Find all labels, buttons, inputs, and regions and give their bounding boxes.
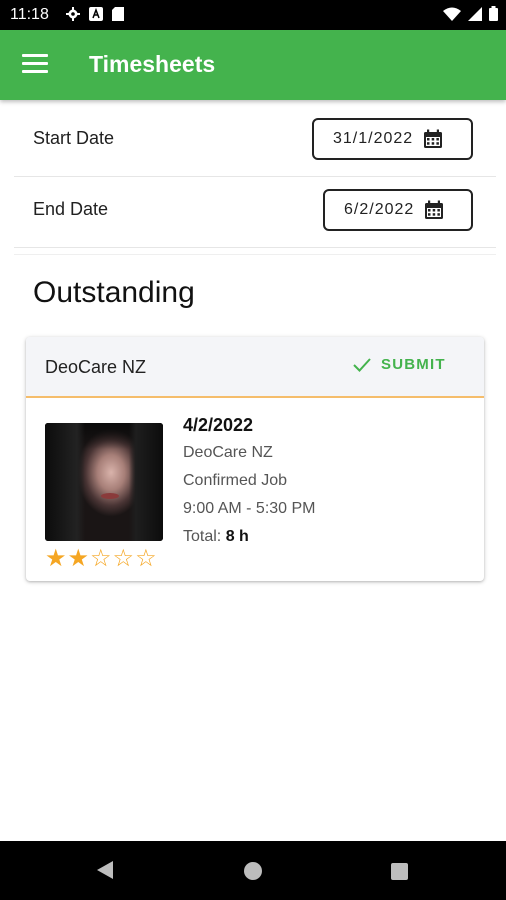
page-title: Timesheets	[89, 51, 216, 77]
status-icons-right	[443, 6, 498, 21]
submit-label: SUBMIT	[381, 356, 446, 373]
start-date-label: Start Date	[33, 128, 115, 148]
star-outline-icon: ☆	[112, 545, 135, 572]
star-filled-icon: ★	[67, 545, 90, 572]
end-date-value: 6/2/2022	[344, 201, 415, 218]
gear-icon	[66, 7, 80, 21]
status-icons-left	[66, 7, 124, 21]
check-icon	[353, 357, 371, 372]
job-client: DeoCare NZ	[183, 444, 273, 461]
signal-icon	[468, 6, 482, 21]
a-badge-icon	[89, 7, 103, 21]
app-bar: Timesheets	[0, 30, 506, 100]
submit-button[interactable]: SUBMIT	[352, 356, 446, 373]
job-total: Total: 8 h	[183, 528, 249, 546]
worker-photo	[45, 423, 163, 541]
section-title-outstanding: Outstanding	[33, 276, 195, 309]
wifi-icon	[443, 7, 461, 21]
job-total-label: Total:	[183, 528, 222, 545]
recent-apps-icon[interactable]	[391, 863, 408, 880]
calendar-icon	[424, 129, 443, 148]
status-bar: 11:18	[0, 0, 506, 30]
sd-card-icon	[112, 7, 124, 21]
job-time-range: 9:00 AM - 5:30 PM	[183, 500, 316, 517]
status-time: 11:18	[10, 6, 49, 23]
end-date-row: End Date 6/2/2022	[14, 177, 496, 248]
divider	[14, 254, 496, 255]
timesheet-card[interactable]: DeoCare NZ SUBMIT ★ ★ ☆ ☆ ☆ 4/2/2022 Deo…	[26, 337, 484, 581]
hamburger-menu-icon[interactable]	[22, 54, 48, 76]
card-company-name: DeoCare NZ	[45, 357, 147, 377]
home-icon[interactable]	[244, 862, 262, 880]
calendar-icon	[425, 200, 444, 219]
star-rating: ★ ★ ☆ ☆ ☆	[45, 547, 157, 571]
star-outline-icon: ☆	[90, 545, 112, 572]
end-date-label: End Date	[33, 199, 109, 219]
job-date: 4/2/2022	[183, 415, 254, 435]
start-date-row: Start Date 31/1/2022	[14, 106, 496, 177]
job-total-value: 8 h	[225, 528, 249, 545]
card-header: DeoCare NZ SUBMIT	[26, 337, 484, 398]
start-date-value: 31/1/2022	[333, 130, 414, 147]
navigation-bar	[0, 841, 506, 900]
end-date-picker[interactable]: 6/2/2022	[323, 189, 473, 231]
battery-icon	[489, 6, 498, 21]
back-icon[interactable]	[97, 861, 113, 879]
star-outline-icon: ☆	[135, 545, 157, 572]
star-filled-icon: ★	[45, 545, 67, 572]
start-date-picker[interactable]: 31/1/2022	[312, 118, 473, 160]
job-status: Confirmed Job	[183, 472, 288, 489]
